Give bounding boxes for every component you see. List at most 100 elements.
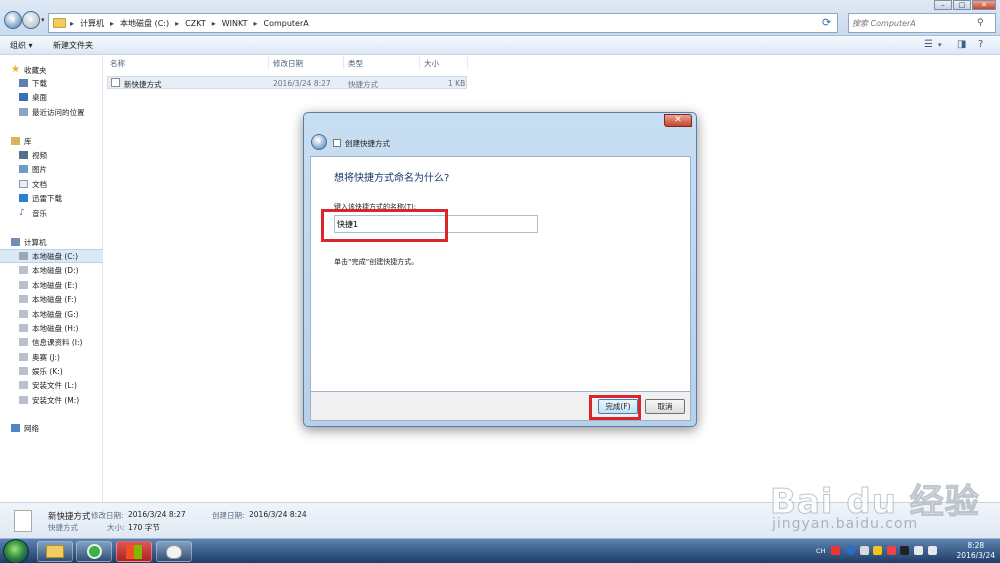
nav-drive-h[interactable]: 本地磁盘 (H:): [0, 321, 103, 335]
preview-pane-icon[interactable]: ◨: [957, 39, 966, 50]
recent-places-icon: [19, 108, 28, 116]
tray-shield-icon[interactable]: [873, 546, 882, 555]
dialog-close-button[interactable]: ✕: [664, 114, 692, 127]
details-size-key: 大小:: [107, 523, 125, 532]
dialog-hint: 单击“完成”创建快捷方式。: [334, 258, 419, 266]
shortcut-icon: [14, 510, 32, 532]
breadcrumb-computer[interactable]: 计算机: [80, 18, 104, 29]
nav-item-xunlei[interactable]: 迅雷下载: [0, 191, 103, 205]
window-controls: – □ ✕: [933, 0, 996, 10]
folder-icon: [46, 545, 64, 558]
drive-icon: [19, 324, 28, 332]
shortcut-name-input[interactable]: [334, 215, 538, 233]
nav-item-desktop[interactable]: 桌面: [0, 90, 103, 104]
minimize-button[interactable]: –: [934, 0, 952, 10]
recent-pages-dropdown-icon[interactable]: ▾: [41, 16, 45, 24]
details-modified-key: 修改日期:: [91, 511, 124, 520]
finish-button[interactable]: 完成(F): [598, 399, 638, 414]
nav-drive-c[interactable]: 本地磁盘 (C:): [0, 249, 103, 263]
search-icon[interactable]: ⚲: [977, 18, 984, 28]
nav-drive-g[interactable]: 本地磁盘 (G:): [0, 307, 103, 321]
paint-icon: [166, 545, 182, 559]
breadcrumb-czkt[interactable]: CZKT: [185, 19, 206, 28]
column-header-type[interactable]: 类型: [348, 58, 363, 69]
refresh-icon[interactable]: ⟳: [822, 16, 831, 29]
tray-help-icon[interactable]: [846, 546, 855, 555]
column-header-name[interactable]: 名称: [110, 58, 125, 69]
baidu-watermark-url: jingyan.baidu.com: [772, 516, 919, 532]
tray-flag-icon[interactable]: [887, 546, 896, 555]
cancel-button[interactable]: 取消: [645, 399, 685, 414]
tray-volume-icon[interactable]: [928, 546, 937, 555]
nav-libraries[interactable]: 库: [0, 134, 103, 148]
forward-button[interactable]: ›: [22, 11, 40, 29]
nav-item-music[interactable]: ♪ 音乐: [0, 206, 103, 220]
start-button[interactable]: [3, 539, 29, 563]
music-icon: ♪: [19, 208, 25, 218]
address-bar: ‹ › ▾ ▸ 计算机 ▸ 本地磁盘 (C:) ▸ CZKT ▸ WINKT ▸…: [0, 0, 1000, 36]
back-button[interactable]: ‹: [4, 11, 22, 29]
navigation-pane: ★ 收藏夹 下载 桌面 最近访问的位置 库 视频 图片 文档 迅雷下载 ♪ 音乐…: [0, 55, 103, 502]
nav-drive-d[interactable]: 本地磁盘 (D:): [0, 263, 103, 277]
library-icon: [11, 137, 20, 145]
downloads-icon: [19, 79, 28, 87]
file-type: 快捷方式: [348, 80, 378, 89]
shortcut-icon: [111, 78, 120, 87]
breadcrumb-winkt[interactable]: WINKT: [222, 19, 248, 28]
column-header-size[interactable]: 大小: [424, 58, 439, 69]
tray-app-icon[interactable]: [831, 546, 840, 555]
search-box[interactable]: ⚲: [848, 13, 996, 33]
details-modified-value: 2016/3/24 8:27: [128, 510, 186, 519]
command-bar: 组织 ▾ 新建文件夹 ☰ ▾ ◨ ?: [0, 36, 1000, 55]
language-indicator[interactable]: CH: [816, 547, 825, 555]
close-window-button[interactable]: ✕: [972, 0, 996, 10]
breadcrumb-drive-c[interactable]: 本地磁盘 (C:): [120, 18, 169, 29]
tray-network-icon[interactable]: [914, 546, 923, 555]
clock-date: 2016/3/24: [956, 551, 995, 560]
column-header-modified[interactable]: 修改日期: [273, 58, 303, 69]
app-taskbar-button[interactable]: [76, 541, 112, 562]
drive-icon: [19, 381, 28, 389]
help-icon[interactable]: ?: [978, 39, 983, 50]
tray-tool-icon[interactable]: [860, 546, 869, 555]
active-app-taskbar-button[interactable]: [116, 541, 152, 562]
nav-drive-l[interactable]: 安装文件 (L:): [0, 378, 103, 392]
nav-drive-j[interactable]: 奥赛 (J:): [0, 350, 103, 364]
nav-drive-f[interactable]: 本地磁盘 (F:): [0, 292, 103, 306]
breadcrumb[interactable]: ▸ 计算机 ▸ 本地磁盘 (C:) ▸ CZKT ▸ WINKT ▸ Compu…: [48, 13, 838, 33]
nav-drive-k[interactable]: 娱乐 (K:): [0, 364, 103, 378]
nav-item-pictures[interactable]: 图片: [0, 162, 103, 176]
view-options-icon[interactable]: ☰: [924, 39, 933, 50]
dialog-back-button[interactable]: ‹: [311, 134, 327, 150]
file-name[interactable]: 新快捷方式: [124, 79, 162, 90]
nav-drive-e[interactable]: 本地磁盘 (E:): [0, 278, 103, 292]
new-folder-button[interactable]: 新建文件夹: [53, 40, 93, 51]
nav-item-videos[interactable]: 视频: [0, 148, 103, 162]
dialog-heading: 想将快捷方式命名为什么?: [334, 173, 450, 184]
nav-network[interactable]: 网络: [0, 421, 103, 435]
network-icon: [11, 424, 20, 432]
shortcut-icon: [333, 139, 341, 147]
paint-taskbar-button[interactable]: [156, 541, 192, 562]
breadcrumb-computera[interactable]: ComputerA: [264, 19, 309, 28]
nav-favorites[interactable]: ★ 收藏夹: [0, 63, 103, 77]
search-input[interactable]: [852, 18, 977, 28]
xunlei-icon: [19, 194, 28, 202]
maximize-button[interactable]: □: [953, 0, 971, 10]
nav-drive-m[interactable]: 安装文件 (M:): [0, 393, 103, 407]
nav-item-recent[interactable]: 最近访问的位置: [0, 105, 103, 119]
nav-drive-i[interactable]: 信息课资料 (I:): [0, 335, 103, 349]
explorer-taskbar-button[interactable]: [37, 541, 73, 562]
nav-computer[interactable]: 计算机: [0, 235, 103, 249]
details-size-value: 170 字节: [128, 523, 160, 532]
windows-flag-icon: [126, 545, 142, 559]
tray-monitor-icon[interactable]: [900, 546, 909, 555]
system-clock[interactable]: 8:28 2016/3/24: [957, 541, 995, 561]
organize-button[interactable]: 组织 ▾: [10, 40, 33, 51]
nav-item-documents[interactable]: 文档: [0, 177, 103, 191]
drive-icon: [19, 310, 28, 318]
refresh-app-icon: [86, 544, 102, 559]
view-dropdown-icon[interactable]: ▾: [938, 41, 942, 49]
details-created-key: 创建日期:: [212, 511, 245, 520]
nav-item-downloads[interactable]: 下载: [0, 76, 103, 90]
